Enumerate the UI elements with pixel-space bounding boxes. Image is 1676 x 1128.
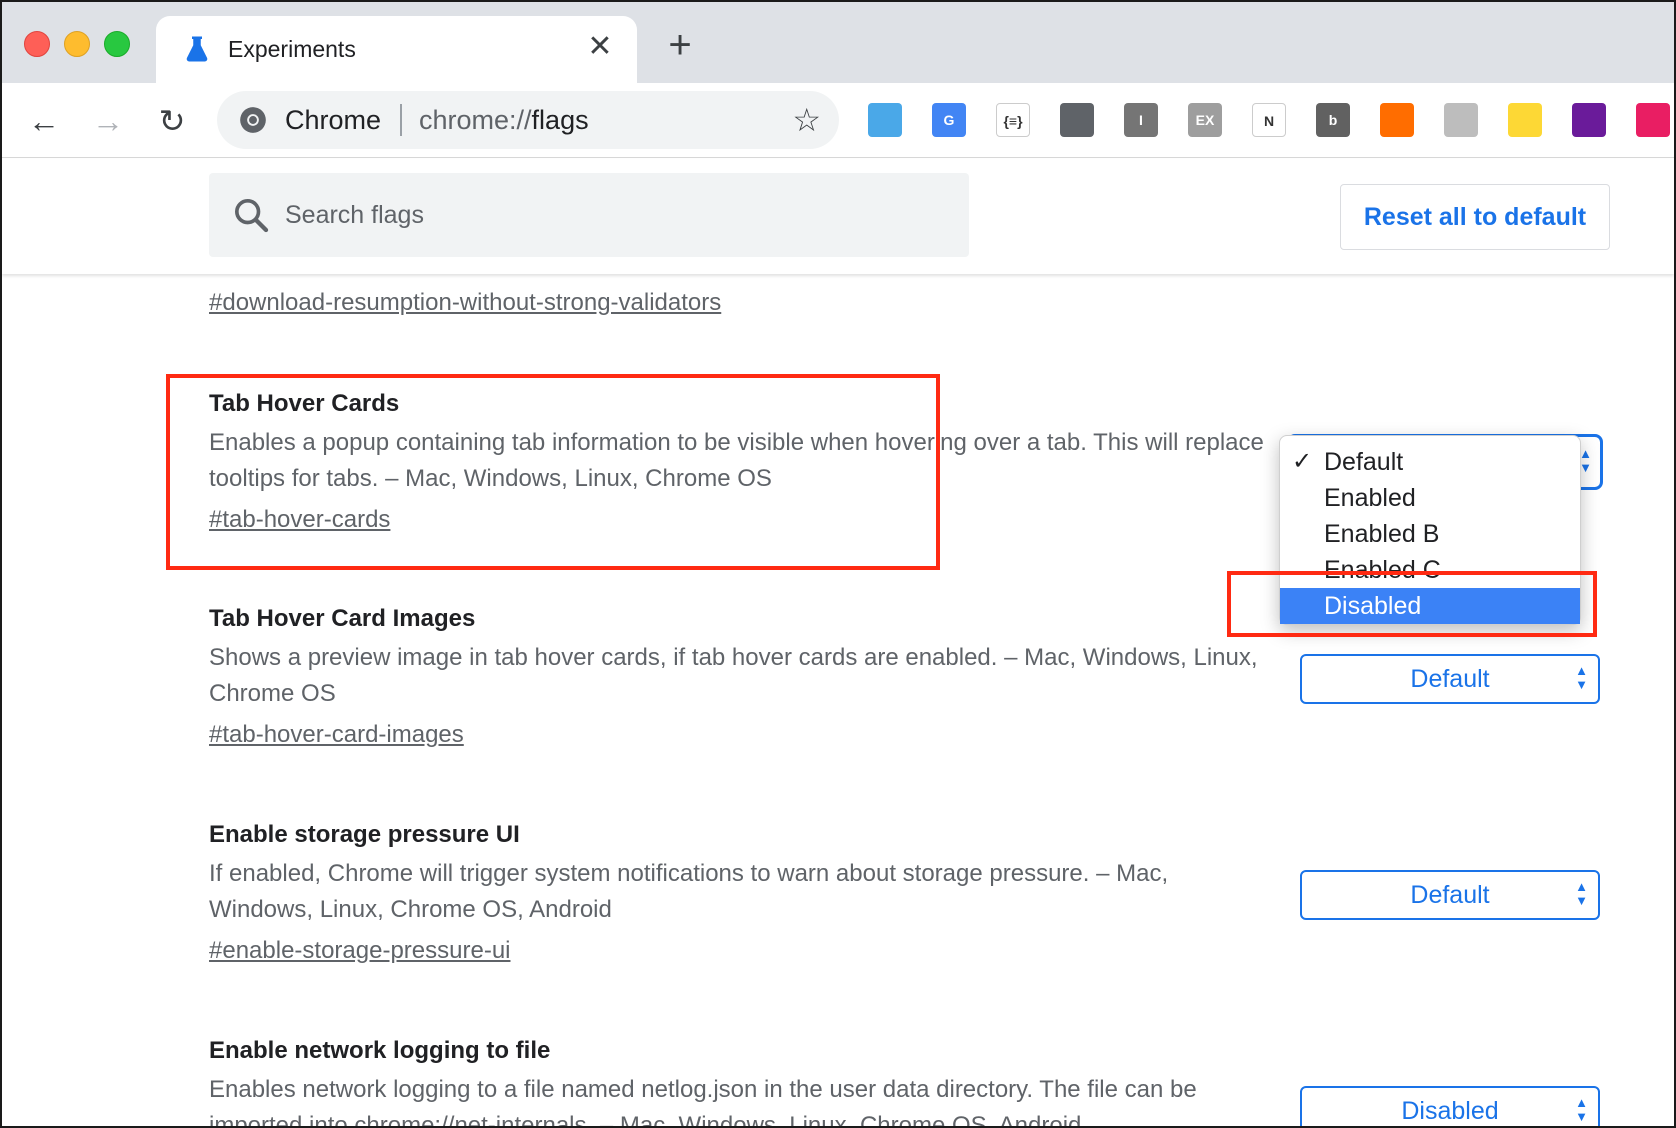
chrome-logo-icon [240, 107, 266, 133]
select-tab-hover-card-images[interactable]: Default ▲ ▼ [1300, 654, 1600, 704]
b-extension-icon[interactable]: b [1316, 103, 1350, 137]
select-arrows-icon: ▲ ▼ [1575, 879, 1588, 908]
flag-desc-tab-hover-card-images: Shows a preview image in tab hover cards… [209, 644, 1258, 707]
windows-extension-icon[interactable] [1060, 103, 1094, 137]
image-extension-icon[interactable] [1572, 103, 1606, 137]
select-arrows-icon: ▲ ▼ [1575, 1095, 1588, 1124]
reload-icon[interactable]: ↻ [152, 101, 192, 141]
omnibox-url: chrome://flags [419, 105, 589, 135]
select-value: Disabled [1401, 1097, 1499, 1125]
browser-window: Experiments ✕ + ← → ↻ Chrome chrome://fl… [0, 0, 1676, 1128]
dropdown-option-enabled-b[interactable]: Enabled B [1280, 516, 1580, 552]
select-value: Default [1410, 665, 1490, 693]
reset-all-button[interactable]: Reset all to default [1340, 184, 1610, 250]
annotation-box-disabled-option [1227, 571, 1597, 637]
flask-icon [186, 36, 208, 62]
address-bar[interactable]: Chrome chrome://flags ☆ [217, 91, 839, 149]
search-box[interactable] [209, 173, 969, 257]
select-storage-pressure[interactable]: Default ▲ ▼ [1300, 870, 1600, 920]
analytics-extension-icon[interactable] [1380, 103, 1414, 137]
omnibox-site-label: Chrome [285, 105, 382, 135]
clipboard-extension-icon[interactable] [1444, 103, 1478, 137]
flag-link-download-resumption[interactable]: #download-resumption-without-strong-vali… [209, 289, 721, 317]
select-arrows-icon: ▲ ▼ [1579, 446, 1592, 475]
notes-extension-icon[interactable]: N [1252, 103, 1286, 137]
close-window-button[interactable] [24, 31, 50, 57]
new-tab-icon[interactable]: + [662, 25, 698, 65]
toolbar: ← → ↻ Chrome chrome://flags ☆ G {≡} I EX Nb [2, 83, 1674, 158]
bookmark-star-icon[interactable]: ☆ [792, 101, 821, 139]
omnibox-separator [400, 104, 402, 136]
link-extension-icon[interactable] [1636, 103, 1670, 137]
tab-title: Experiments [228, 36, 356, 62]
dropdown-option-enabled[interactable]: Enabled [1280, 480, 1580, 516]
cursor-extension-icon[interactable]: I [1124, 103, 1158, 137]
select-network-logging[interactable]: Disabled ▲ ▼ [1300, 1086, 1600, 1126]
maximize-window-button[interactable] [104, 31, 130, 57]
flag-link-tab-hover-card-images[interactable]: #tab-hover-card-images [209, 721, 464, 749]
json-extension-icon[interactable]: {≡} [996, 103, 1030, 137]
close-tab-icon[interactable]: ✕ [583, 30, 617, 64]
flag-title-storage-pressure: Enable storage pressure UI [209, 821, 520, 848]
back-arrow-icon[interactable]: ← [24, 101, 64, 141]
tab-experiments[interactable]: Experiments ✕ [156, 16, 637, 83]
select-value: Default [1410, 881, 1490, 909]
select-arrows-icon: ▲ ▼ [1575, 663, 1588, 692]
picker-extension-icon[interactable] [1508, 103, 1542, 137]
forward-arrow-icon[interactable]: → [88, 101, 128, 141]
ex-extension-icon[interactable]: EX [1188, 103, 1222, 137]
flags-header: Reset all to default [2, 159, 1674, 274]
flag-desc-network-logging: Enables network logging to a file named … [209, 1076, 1197, 1128]
checkmark-icon: ✓ [1292, 448, 1313, 475]
flag-desc-storage-pressure: If enabled, Chrome will trigger system n… [209, 860, 1169, 923]
flag-title-tab-hover-card-images: Tab Hover Card Images [209, 605, 476, 632]
dropdown-option-default[interactable]: ✓ Default [1280, 444, 1580, 480]
search-icon [235, 199, 269, 233]
flag-title-network-logging: Enable network logging to file [209, 1037, 551, 1064]
tab-strip: Experiments ✕ + [2, 2, 1674, 83]
annotation-box-tab-hover-cards [166, 374, 940, 570]
cube-extension-icon[interactable] [868, 103, 902, 137]
minimize-window-button[interactable] [64, 31, 90, 57]
search-flags-input[interactable] [285, 173, 945, 257]
translate-extension-icon[interactable]: G [932, 103, 966, 137]
flag-link-storage-pressure[interactable]: #enable-storage-pressure-ui [209, 937, 511, 965]
